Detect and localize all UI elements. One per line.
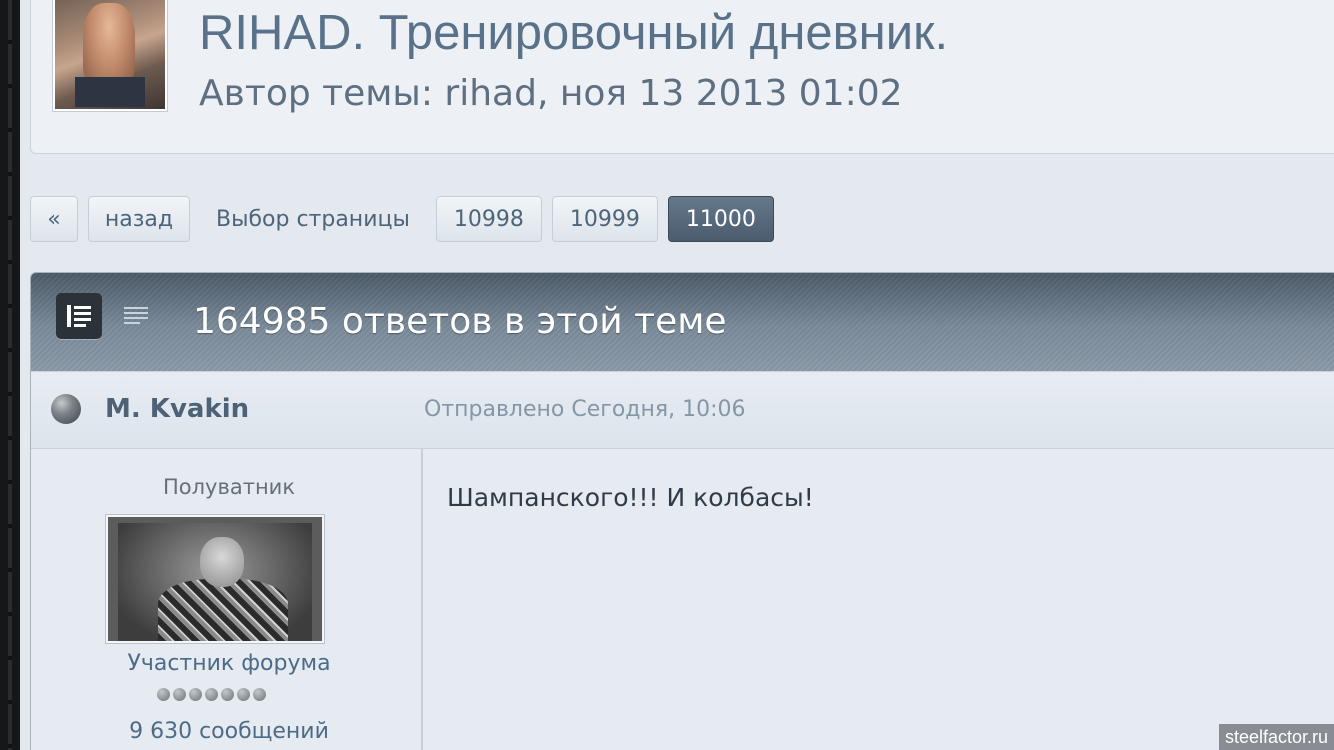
topic-meta: Автор темы: rihad, ноя 13 2013 01:02 <box>199 73 903 114</box>
rank-pip-icon <box>157 688 170 701</box>
photo-torso <box>83 3 135 83</box>
rank-pip-icon <box>237 688 250 701</box>
posts-count-title: 164985 ответов в этой теме <box>193 301 727 342</box>
rank-pip-icon <box>205 688 218 701</box>
topic-header: RIHAD. Тренировочный дневник. Автор темы… <box>30 0 1334 154</box>
photo-jeans <box>75 77 145 107</box>
full-view-icon[interactable] <box>56 293 102 339</box>
post-content: Шампанского!!! И колбасы! <box>447 483 814 512</box>
page-button-current[interactable]: 11000 <box>667 196 774 242</box>
rank-pip-icon <box>189 688 202 701</box>
post-date[interactable]: Отправлено Сегодня, 10:06 <box>424 397 746 422</box>
forum-page: RIHAD. Тренировочный дневник. Автор темы… <box>20 0 1334 750</box>
post-header: M. Kvakin Отправлено Сегодня, 10:06 <box>31 371 1334 449</box>
author-info-column: Полуватник Участник форума 9 630 сообщен… <box>31 449 423 750</box>
first-page-button[interactable]: « <box>30 196 78 242</box>
rank-pip-icon <box>221 688 234 701</box>
post-body: Полуватник Участник форума 9 630 сообщен… <box>31 449 1334 750</box>
watermark: steelfactor.ru <box>1218 724 1334 750</box>
avatar-coat <box>158 579 288 641</box>
posts-header: 164985 ответов в этой теме <box>31 273 1334 371</box>
left-edge-strip <box>0 0 20 750</box>
post-author-name[interactable]: M. Kvakin <box>105 394 249 424</box>
compact-view-icon[interactable] <box>113 293 159 339</box>
avatar-face <box>200 537 244 587</box>
author-custom-title: Полуватник <box>162 475 296 499</box>
rank-pip-icon <box>253 688 266 701</box>
rank-pips <box>157 688 269 701</box>
rank-pip-icon <box>173 688 186 701</box>
topic-author-photo[interactable] <box>53 0 167 111</box>
page-button-10998[interactable]: 10998 <box>435 196 542 242</box>
author-avatar[interactable] <box>106 515 324 643</box>
author-group: Участник форума <box>127 651 331 676</box>
author-post-count: 9 630 сообщений <box>129 719 329 744</box>
page-button-10999[interactable]: 10999 <box>551 196 658 242</box>
page-select-label[interactable]: Выбор страницы <box>216 207 410 232</box>
topic-title: RIHAD. Тренировочный дневник. <box>199 6 949 60</box>
posts-block: 164985 ответов в этой теме M. Kvakin Отп… <box>30 272 1334 750</box>
back-button[interactable]: назад <box>88 196 190 242</box>
pagination: « назад Выбор страницы 10998 10999 11000 <box>30 194 784 244</box>
offline-status-icon <box>51 394 81 424</box>
